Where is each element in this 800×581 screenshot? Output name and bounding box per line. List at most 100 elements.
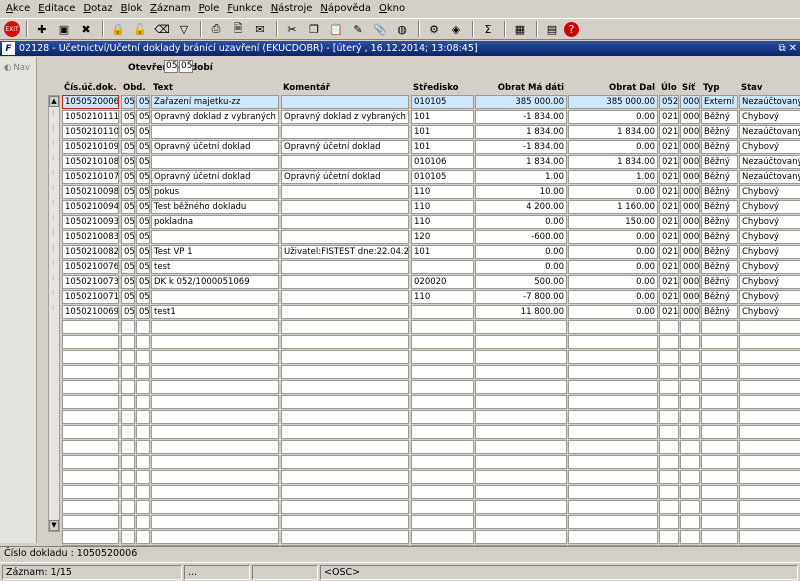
table-cell-10[interactable]: Běžný [701, 290, 738, 304]
table-cell-0[interactable]: 1050210082 [62, 245, 119, 259]
table-cell-6[interactable]: 11 800.00 [475, 305, 567, 319]
table-cell-7[interactable] [568, 350, 658, 364]
table-cell-6[interactable] [475, 395, 567, 409]
table-cell-11[interactable]: Chybový [739, 305, 800, 319]
table-cell-7[interactable] [568, 455, 658, 469]
menu-item-1[interactable]: Editace [35, 0, 78, 18]
table-cell-5[interactable]: 010106 [411, 155, 474, 169]
table-cell-0[interactable]: 1050520006 [62, 95, 119, 109]
table-cell-3[interactable] [151, 365, 279, 379]
table-cell-11[interactable]: Chybový [739, 245, 800, 259]
column-header-3[interactable]: Komentář [283, 83, 330, 93]
table-cell-11[interactable] [739, 350, 800, 364]
table-cell-6[interactable]: 0.00 [475, 260, 567, 274]
new-record-icon[interactable]: ✚ [32, 20, 52, 38]
table-cell-6[interactable]: 4 200.00 [475, 200, 567, 214]
table-cell-1[interactable] [121, 380, 135, 394]
table-cell-6[interactable] [475, 365, 567, 379]
table-cell-1[interactable] [121, 530, 135, 544]
table-cell-10[interactable] [701, 395, 738, 409]
table-cell-9[interactable] [680, 380, 700, 394]
table-cell-1[interactable] [121, 335, 135, 349]
table-cell-11[interactable] [739, 410, 800, 424]
table-cell-9[interactable]: 000 [680, 95, 700, 109]
table-cell-2[interactable]: 05 [136, 305, 150, 319]
table-cell-9[interactable] [680, 455, 700, 469]
table-cell-8[interactable] [659, 515, 679, 529]
table-cell-6[interactable]: 1 834.00 [475, 125, 567, 139]
table-cell-4[interactable] [281, 230, 409, 244]
table-cell-3[interactable] [151, 440, 279, 454]
table-cell-10[interactable] [701, 485, 738, 499]
table-cell-10[interactable]: Běžný [701, 110, 738, 124]
table-cell-11[interactable]: Chybový [739, 200, 800, 214]
clear-icon[interactable]: ⌫ [152, 20, 172, 38]
table-cell-0[interactable]: 1050210071 [62, 290, 119, 304]
table-cell-0[interactable] [62, 320, 119, 334]
table-cell-0[interactable] [62, 440, 119, 454]
table-cell-11[interactable]: Chybový [739, 215, 800, 229]
save-icon[interactable]: ▣ [54, 20, 74, 38]
table-cell-2[interactable]: 05 [136, 110, 150, 124]
table-cell-5[interactable] [411, 485, 474, 499]
table-cell-5[interactable] [411, 380, 474, 394]
table-cell-4[interactable] [281, 425, 409, 439]
table-cell-2[interactable] [136, 485, 150, 499]
table-cell-6[interactable] [475, 485, 567, 499]
table-cell-2[interactable] [136, 515, 150, 529]
cube-icon[interactable]: ◈ [446, 20, 466, 38]
table-cell-2[interactable]: 05 [136, 260, 150, 274]
table-cell-1[interactable] [121, 440, 135, 454]
table-cell-2[interactable] [136, 500, 150, 514]
table-cell-11[interactable]: Nezaúčtovaný [739, 155, 800, 169]
table-cell-2[interactable]: 05 [136, 140, 150, 154]
table-cell-11[interactable] [739, 335, 800, 349]
table-cell-8[interactable]: 021 [659, 110, 679, 124]
table-cell-8[interactable] [659, 395, 679, 409]
table-cell-1[interactable] [121, 455, 135, 469]
table-cell-5[interactable] [411, 320, 474, 334]
table-cell-5[interactable]: 101 [411, 140, 474, 154]
paste-icon[interactable]: 📋 [326, 20, 346, 38]
table-cell-4[interactable] [281, 530, 409, 544]
table-cell-7[interactable]: 0.00 [568, 275, 658, 289]
table-cell-3[interactable] [151, 350, 279, 364]
table-cell-1[interactable] [121, 485, 135, 499]
table-cell-6[interactable]: -7 800.00 [475, 290, 567, 304]
table-cell-6[interactable] [475, 440, 567, 454]
mail-icon[interactable]: ✉ [250, 20, 270, 38]
table-cell-6[interactable]: -1 834.00 [475, 140, 567, 154]
table-cell-9[interactable] [680, 410, 700, 424]
table-cell-5[interactable]: 101 [411, 110, 474, 124]
table-cell-1[interactable]: 05 [121, 110, 135, 124]
table-cell-6[interactable] [475, 335, 567, 349]
table-cell-2[interactable] [136, 365, 150, 379]
table-cell-6[interactable] [475, 455, 567, 469]
table-cell-5[interactable] [411, 500, 474, 514]
column-header-0[interactable]: Čís.úč.dok. [64, 83, 117, 93]
table-cell-0[interactable] [62, 425, 119, 439]
table-cell-4[interactable] [281, 305, 409, 319]
table-cell-9[interactable]: 000 [680, 110, 700, 124]
table-cell-10[interactable] [701, 410, 738, 424]
table-cell-4[interactable] [281, 485, 409, 499]
table-cell-4[interactable] [281, 335, 409, 349]
table-cell-6[interactable]: 500.00 [475, 275, 567, 289]
table-cell-11[interactable]: Chybový [739, 185, 800, 199]
table-cell-2[interactable] [136, 425, 150, 439]
table-cell-3[interactable] [151, 515, 279, 529]
table-cell-2[interactable] [136, 410, 150, 424]
table-cell-1[interactable]: 05 [121, 245, 135, 259]
table-cell-3[interactable] [151, 155, 279, 169]
table-cell-10[interactable] [701, 365, 738, 379]
table-cell-10[interactable]: Běžný [701, 140, 738, 154]
table-cell-5[interactable] [411, 350, 474, 364]
filter-icon[interactable]: ▽ [174, 20, 194, 38]
table-cell-11[interactable] [739, 485, 800, 499]
table-cell-11[interactable]: Nezaúčtovaný [739, 125, 800, 139]
table-cell-9[interactable] [680, 335, 700, 349]
table-cell-1[interactable]: 05 [121, 185, 135, 199]
table-cell-7[interactable] [568, 485, 658, 499]
table-cell-1[interactable] [121, 365, 135, 379]
table-cell-3[interactable]: Opravný účetní doklad [151, 170, 279, 184]
